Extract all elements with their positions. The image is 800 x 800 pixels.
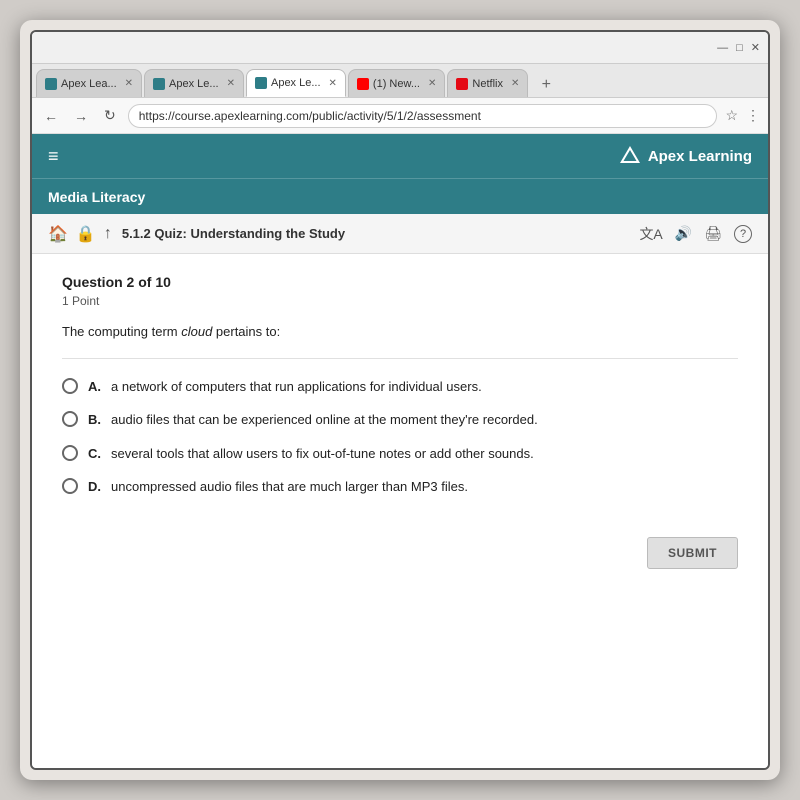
option-c-text: several tools that allow users to fix ou…: [111, 444, 534, 464]
tab-close-youtube[interactable]: ✕: [428, 78, 436, 89]
option-b-radio[interactable]: [62, 411, 78, 427]
submit-button[interactable]: SUBMIT: [647, 537, 738, 569]
tab-favicon-apex1: [45, 78, 57, 90]
submit-area: SUBMIT: [62, 527, 738, 579]
window-controls: — □ ✕: [717, 41, 760, 54]
forward-button[interactable]: →: [70, 106, 92, 126]
back-button[interactable]: ←: [40, 106, 62, 126]
quiz-title: 5.1.2 Quiz: Understanding the Study: [122, 226, 630, 241]
option-d[interactable]: D. uncompressed audio files that are muc…: [62, 477, 738, 497]
apex-header: ≡ Apex Learning: [32, 134, 768, 178]
upload-icon[interactable]: ↑: [104, 225, 112, 243]
quiz-title-text: Understanding the Study: [191, 226, 346, 241]
tab-close-apex2[interactable]: ✕: [227, 78, 235, 89]
title-bar: — □ ✕: [32, 32, 768, 64]
maximize-button[interactable]: □: [736, 42, 743, 54]
home-icon[interactable]: 🏠: [48, 224, 68, 244]
quiz-right-icons: 文A 🔊 🖨 ?: [639, 224, 752, 244]
new-tab-button[interactable]: +: [534, 73, 558, 97]
tab-favicon-netflix: [456, 78, 468, 90]
tab-close-apex3[interactable]: ✕: [329, 78, 337, 89]
address-icons: ☆ ⋮: [725, 107, 760, 124]
tab-label-apex1: Apex Lea...: [61, 78, 117, 90]
bookmark-icon[interactable]: ☆: [725, 107, 738, 124]
print-icon[interactable]: 🖨: [704, 225, 722, 242]
tab-label-apex2: Apex Le...: [169, 78, 219, 90]
tab-netflix[interactable]: Netflix ✕: [447, 69, 528, 97]
option-a[interactable]: A. a network of computers that run appli…: [62, 377, 738, 397]
quiz-nav-icons: 🏠 🔒 ↑: [48, 224, 112, 244]
tab-apex1[interactable]: Apex Lea... ✕: [36, 69, 142, 97]
tab-label-apex3: Apex Le...: [271, 77, 321, 89]
question-text-italic: cloud: [181, 324, 212, 339]
url-input[interactable]: [128, 104, 718, 128]
tab-apex2[interactable]: Apex Le... ✕: [144, 69, 244, 97]
lock-icon[interactable]: 🔒: [76, 224, 96, 244]
tabs-bar: Apex Lea... ✕ Apex Le... ✕ Apex Le... ✕ …: [32, 64, 768, 98]
content-area: Question 2 of 10 1 Point The computing t…: [32, 254, 768, 768]
question-header: Question 2 of 10: [62, 274, 738, 290]
quiz-title-prefix: 5.1.2 Quiz:: [122, 226, 187, 241]
apex-logo-svg: [618, 144, 642, 168]
apex-logo: Apex Learning: [618, 144, 752, 168]
option-b-letter: B.: [88, 410, 101, 430]
option-b-text: audio files that can be experienced onli…: [111, 410, 538, 430]
quiz-nav-bar: 🏠 🔒 ↑ 5.1.2 Quiz: Understanding the Stud…: [32, 214, 768, 254]
tab-apex3[interactable]: Apex Le... ✕: [246, 69, 346, 97]
option-b[interactable]: B. audio files that can be experienced o…: [62, 410, 738, 430]
tab-favicon-apex2: [153, 78, 165, 90]
option-d-radio[interactable]: [62, 478, 78, 494]
minimize-button[interactable]: —: [717, 42, 728, 54]
audio-icon[interactable]: 🔊: [675, 225, 692, 242]
question-text-after: pertains to:: [212, 324, 280, 339]
close-button[interactable]: ✕: [751, 41, 760, 54]
tab-close-apex1[interactable]: ✕: [125, 78, 133, 89]
option-a-letter: A.: [88, 377, 101, 397]
question-text: The computing term cloud pertains to:: [62, 322, 738, 342]
tab-favicon-youtube: [357, 78, 369, 90]
tab-label-youtube: (1) New...: [373, 78, 420, 90]
hamburger-menu-icon[interactable]: ≡: [48, 146, 59, 167]
help-icon[interactable]: ?: [734, 225, 752, 243]
question-text-before: The computing term: [62, 324, 181, 339]
refresh-button[interactable]: ↻: [100, 105, 120, 126]
option-a-text: a network of computers that run applicat…: [111, 377, 482, 397]
browser-screen: — □ ✕ Apex Lea... ✕ Apex Le... ✕ Apex Le…: [30, 30, 770, 770]
apex-logo-text: Apex Learning: [648, 148, 752, 165]
option-d-text: uncompressed audio files that are much l…: [111, 477, 468, 497]
tab-label-netflix: Netflix: [472, 78, 503, 90]
course-title: Media Literacy: [48, 189, 145, 205]
laptop-wrapper: — □ ✕ Apex Lea... ✕ Apex Le... ✕ Apex Le…: [20, 20, 780, 780]
tab-youtube[interactable]: (1) New... ✕: [348, 69, 445, 97]
question-divider: [62, 358, 738, 359]
option-c[interactable]: C. several tools that allow users to fix…: [62, 444, 738, 464]
address-bar: ← → ↻ ☆ ⋮: [32, 98, 768, 134]
translate-icon[interactable]: 文A: [639, 224, 662, 244]
points-label: 1 Point: [62, 294, 738, 308]
option-c-letter: C.: [88, 444, 101, 464]
option-a-radio[interactable]: [62, 378, 78, 394]
option-c-radio[interactable]: [62, 445, 78, 461]
course-title-bar: Media Literacy: [32, 178, 768, 214]
option-d-letter: D.: [88, 477, 101, 497]
options-list: A. a network of computers that run appli…: [62, 377, 738, 497]
browser-menu-icon[interactable]: ⋮: [746, 107, 760, 124]
tab-favicon-apex3: [255, 77, 267, 89]
tab-close-netflix[interactable]: ✕: [511, 78, 519, 89]
